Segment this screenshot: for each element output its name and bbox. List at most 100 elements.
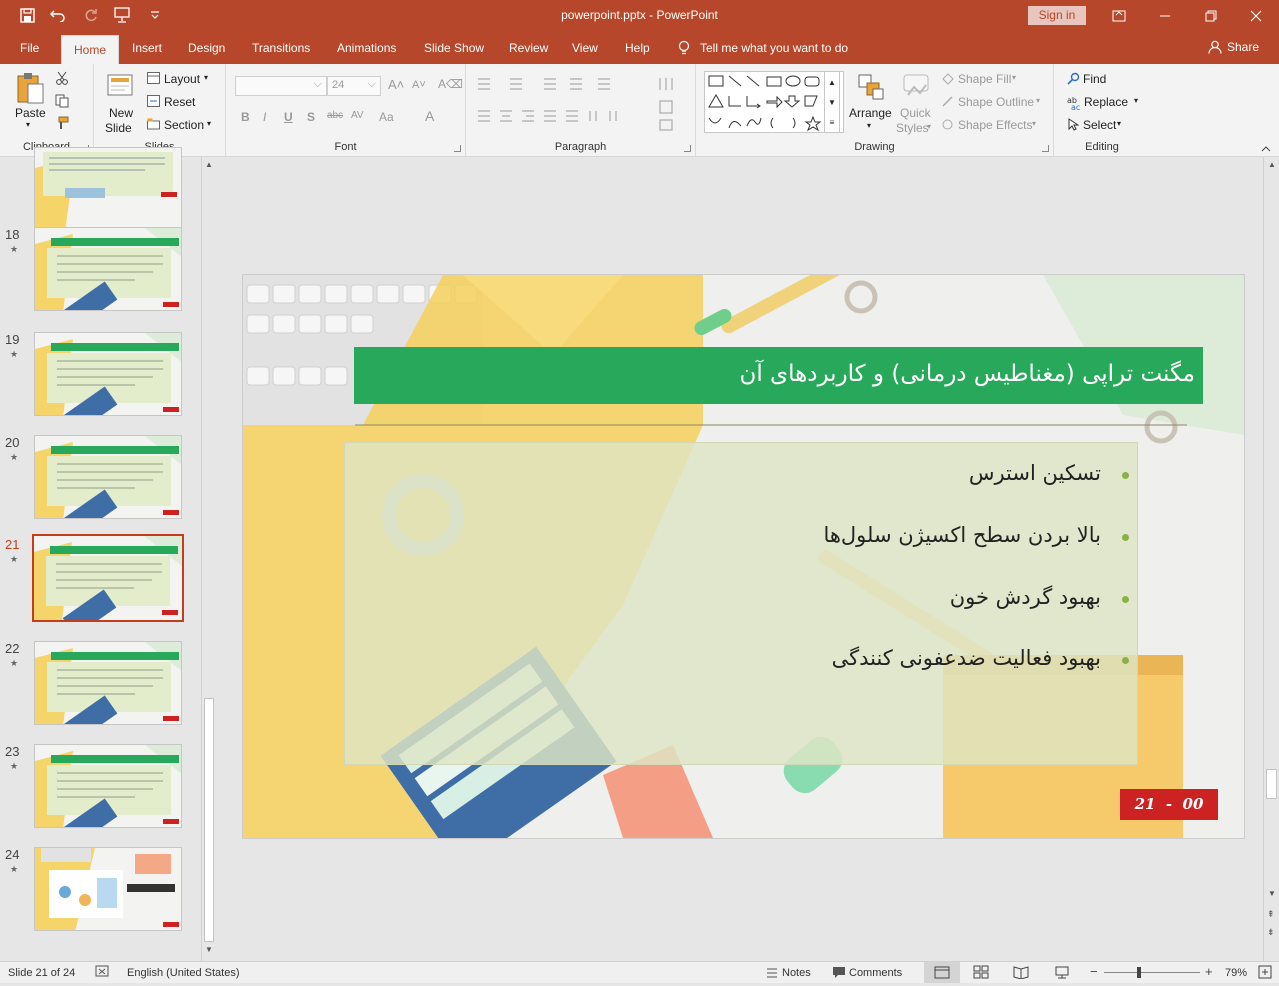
thumbnail-scroll-thumb[interactable]: [204, 698, 214, 942]
scroll-up-icon[interactable]: ▲: [1268, 160, 1276, 169]
reading-view-icon[interactable]: [1013, 965, 1029, 982]
title-bar: powerpoint.pptx - PowerPoint Sign in: [0, 0, 1279, 32]
slide-thumbnail[interactable]: [34, 744, 182, 828]
tab-file[interactable]: File: [20, 41, 39, 55]
slide-thumbnail[interactable]: [34, 435, 182, 519]
font-size-combo[interactable]: 24 ⌵: [327, 76, 381, 96]
scroll-up-icon[interactable]: ▲: [205, 160, 213, 169]
slide-thumbnail[interactable]: [34, 332, 182, 416]
new-slide-label-1[interactable]: New: [109, 106, 133, 120]
slide-scrollbar[interactable]: ▲ ▼ ⇞ ⇟: [1263, 157, 1279, 961]
paste-label[interactable]: Paste: [15, 106, 46, 120]
fit-slide-icon[interactable]: [1258, 965, 1272, 982]
font-dialog-launcher[interactable]: [454, 145, 461, 152]
find-button[interactable]: Find: [1083, 72, 1106, 86]
layout-button[interactable]: Layout: [164, 72, 200, 86]
paragraph-buttons-icon[interactable]: [474, 76, 694, 136]
quick-styles-label-2[interactable]: Styles: [896, 121, 929, 135]
format-painter-icon[interactable]: [54, 115, 70, 131]
clear-formatting-icon[interactable]: A⌫: [438, 77, 463, 91]
previous-slide-icon[interactable]: ⇞: [1267, 909, 1275, 920]
select-button[interactable]: Select: [1083, 118, 1116, 132]
shape-outline-button[interactable]: Shape Outline: [958, 95, 1034, 109]
replace-button[interactable]: Replace: [1084, 95, 1128, 109]
arrange-label[interactable]: Arrange: [849, 106, 892, 120]
normal-view-button[interactable]: [924, 962, 960, 983]
sign-in-button[interactable]: Sign in: [1028, 6, 1086, 25]
change-case-icon[interactable]: Aa: [379, 110, 394, 124]
zoom-level[interactable]: 79%: [1225, 967, 1247, 979]
font-color-icon[interactable]: A: [425, 108, 434, 124]
tab-help[interactable]: Help: [625, 41, 650, 55]
bullet-item[interactable]: تسکین استرس: [377, 461, 1137, 491]
scroll-down-icon[interactable]: ▼: [205, 945, 213, 954]
shape-effects-button[interactable]: Shape Effects: [958, 118, 1033, 132]
zoom-slider[interactable]: [1104, 972, 1200, 973]
zoom-out-icon[interactable]: −: [1090, 964, 1098, 979]
bullet-item[interactable]: بهبود گردش خون: [377, 585, 1137, 615]
slide-scroll-thumb[interactable]: [1266, 769, 1277, 799]
character-spacing-icon[interactable]: AV: [351, 110, 364, 121]
zoom-in-icon[interactable]: +: [1205, 964, 1213, 979]
slide-content-box[interactable]: تسکین استرس بالا بردن سطح اکسیژن سلول‌ها ب…: [344, 442, 1138, 765]
arrange-icon[interactable]: [856, 72, 886, 102]
tab-view[interactable]: View: [572, 41, 598, 55]
thumbnail-scrollbar[interactable]: ▲ ▼: [201, 157, 216, 961]
tab-home[interactable]: Home: [61, 35, 120, 65]
share-button[interactable]: Share: [1208, 40, 1259, 54]
new-slide-icon[interactable]: [106, 70, 136, 100]
shapes-gallery-scroll[interactable]: ▲ ▼ ≡: [824, 71, 840, 133]
slide-thumbnail[interactable]: [32, 534, 184, 622]
bullet-item[interactable]: بالا بردن سطح اکسیژن سلول‌ها: [377, 523, 1137, 553]
slide-canvas[interactable]: مگنت تراپی (مغناطیس درمانی) و کاربردهای …: [243, 275, 1244, 838]
new-slide-label-2[interactable]: Slide: [105, 121, 132, 135]
next-slide-icon[interactable]: ⇟: [1267, 927, 1275, 938]
bullet-item[interactable]: بهبود فعالیت ضدعفونی کنندگی: [377, 646, 1137, 676]
shapes-gallery[interactable]: [704, 71, 844, 133]
slide-title[interactable]: مگنت تراپی (مغناطیس درمانی) و کاربردهای …: [739, 361, 1195, 387]
slide-show-view-icon[interactable]: [1054, 965, 1070, 982]
underline-icon[interactable]: U: [284, 110, 293, 124]
tab-transitions[interactable]: Transitions: [252, 41, 310, 55]
tell-me-box[interactable]: Tell me what you want to do: [678, 40, 848, 56]
restore-icon[interactable]: [1188, 0, 1234, 32]
copy-icon[interactable]: [54, 93, 70, 109]
shadow-icon[interactable]: S: [307, 110, 315, 124]
slide-thumbnail[interactable]: [34, 847, 182, 931]
tab-animations[interactable]: Animations: [337, 41, 396, 55]
tab-design[interactable]: Design: [188, 41, 225, 55]
tab-slide-show[interactable]: Slide Show: [424, 41, 484, 55]
slide-thumbnail-17[interactable]: [34, 147, 182, 231]
paste-icon[interactable]: [14, 70, 46, 106]
paragraph-dialog-launcher[interactable]: [684, 145, 691, 152]
shape-fill-button[interactable]: Shape Fill: [958, 72, 1011, 86]
grow-font-icon[interactable]: A˄: [388, 77, 404, 92]
spell-check-icon[interactable]: [95, 965, 111, 982]
drawing-dialog-launcher[interactable]: [1042, 145, 1049, 152]
font-name-combo[interactable]: ⌵: [235, 76, 327, 96]
tab-review[interactable]: Review: [509, 41, 548, 55]
quick-styles-icon[interactable]: [899, 72, 933, 102]
minimize-icon[interactable]: [1142, 0, 1188, 32]
quick-styles-label-1[interactable]: Quick: [900, 106, 931, 120]
ribbon-display-options-icon[interactable]: [1096, 0, 1142, 32]
slide-sorter-view-icon[interactable]: [973, 965, 989, 982]
slide-thumbnail[interactable]: [34, 641, 182, 725]
shrink-font-icon[interactable]: A˅: [412, 79, 426, 91]
zoom-slider-thumb[interactable]: [1137, 967, 1141, 978]
tab-insert[interactable]: Insert: [132, 41, 162, 55]
notes-button[interactable]: Notes: [782, 967, 811, 979]
strikethrough-icon[interactable]: abc: [327, 110, 343, 121]
font-size-value: 24: [332, 79, 345, 91]
slide-thumbnail[interactable]: [34, 227, 182, 311]
collapse-ribbon-icon[interactable]: [1259, 142, 1273, 154]
bold-icon[interactable]: B: [241, 110, 250, 124]
language-status[interactable]: English (United States): [127, 967, 240, 979]
italic-icon[interactable]: I: [263, 110, 266, 124]
scroll-down-icon[interactable]: ▼: [1268, 889, 1276, 898]
close-icon[interactable]: [1233, 0, 1279, 32]
section-button[interactable]: Section: [164, 118, 204, 132]
reset-button[interactable]: Reset: [164, 95, 195, 109]
cut-icon[interactable]: [54, 70, 70, 86]
comments-button[interactable]: Comments: [849, 967, 902, 979]
